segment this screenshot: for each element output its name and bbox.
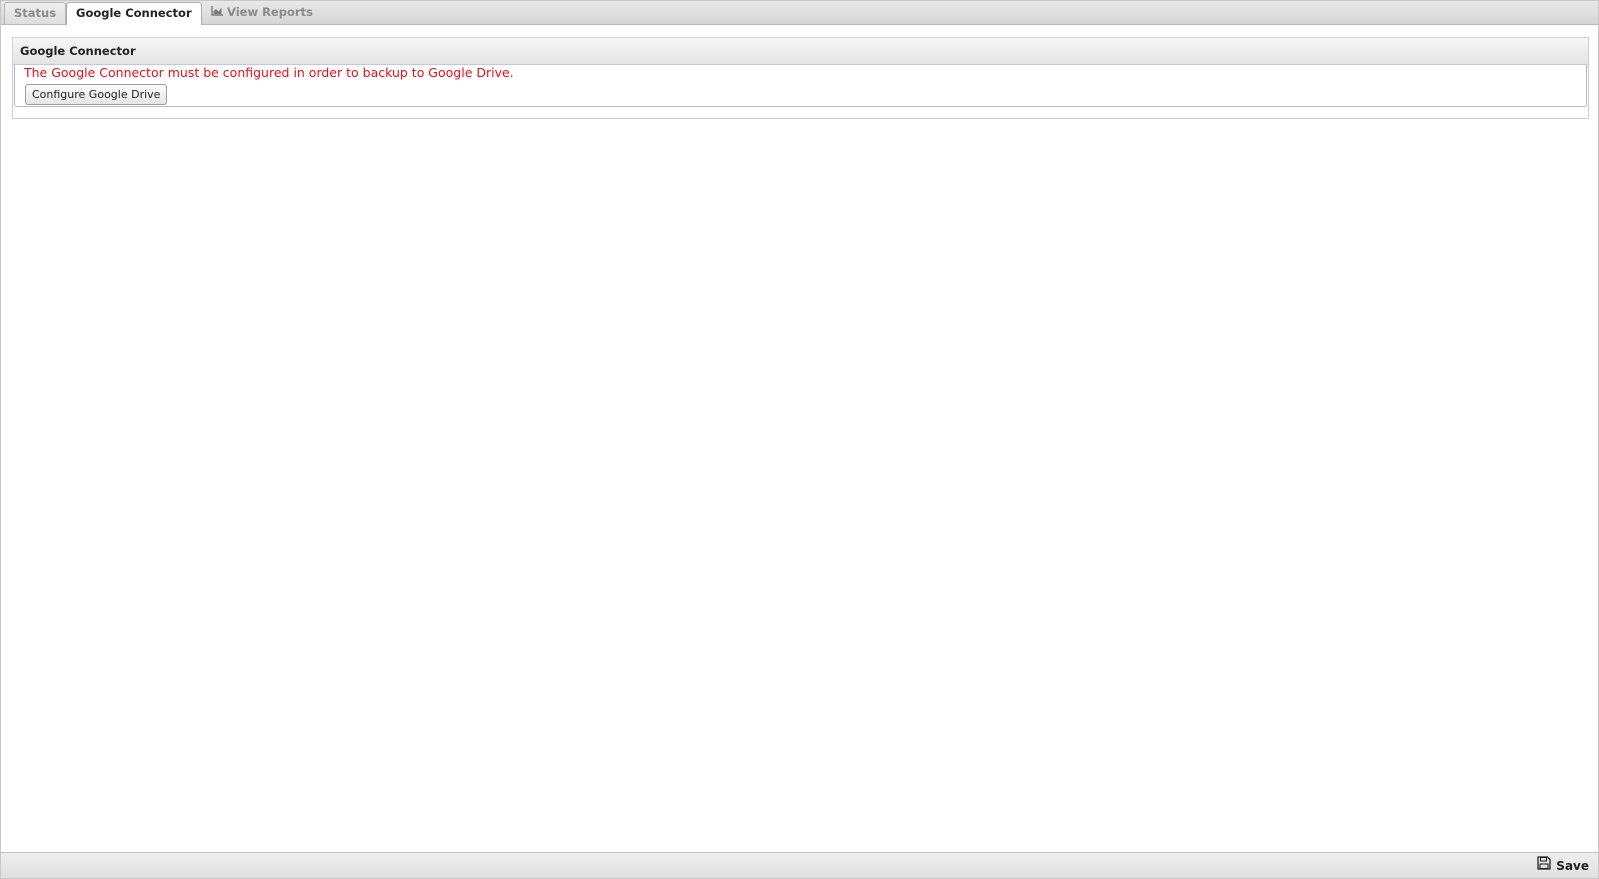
- save-button[interactable]: Save: [1537, 855, 1589, 875]
- tab-status-label: Status: [14, 6, 57, 20]
- tab-status[interactable]: Status: [4, 2, 67, 24]
- configure-google-drive-button[interactable]: Configure Google Drive: [25, 84, 168, 105]
- footer-toolbar: Save: [1, 852, 1598, 878]
- floppy-disk-icon: [1537, 855, 1551, 875]
- tab-google-connector[interactable]: Google Connector: [66, 2, 202, 25]
- configuration-warning: The Google Connector must be configured …: [24, 65, 514, 80]
- tab-view-reports[interactable]: View Reports: [207, 2, 317, 24]
- panel-body: The Google Connector must be configured …: [14, 65, 1587, 107]
- save-button-label: Save: [1556, 859, 1589, 873]
- tab-bar: Status Google Connector View Reports: [1, 1, 1598, 25]
- panel-title: Google Connector: [13, 38, 1588, 65]
- chart-icon: [211, 2, 223, 22]
- app-window: Status Google Connector View Reports Goo…: [0, 0, 1599, 879]
- tab-view-reports-label: View Reports: [227, 5, 313, 19]
- tab-google-connector-label: Google Connector: [76, 6, 192, 20]
- google-connector-panel: Google Connector The Google Connector mu…: [12, 37, 1589, 119]
